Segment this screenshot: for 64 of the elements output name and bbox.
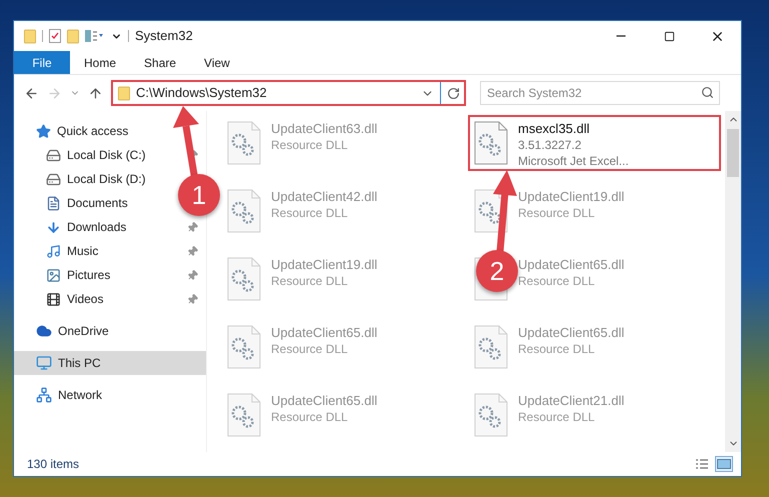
gear-file-icon [227,189,261,233]
address-bar[interactable]: C:\Windows\System32 [111,80,466,106]
drive-icon [46,172,61,186]
search-icon [701,86,714,99]
gear-file-icon [227,257,261,301]
file-detail: 3.51.3227.2 [518,137,582,153]
large-icons-view-button[interactable] [715,456,733,472]
file-detail: Microsoft Jet Excel... [518,153,629,169]
sidebar-item[interactable]: OneDrive [14,319,206,343]
gear-file-icon [227,325,261,369]
file-detail: Resource DLL [271,205,349,221]
sidebar-item[interactable]: Network [14,383,206,407]
document-icon [46,196,61,210]
ribbon-tab[interactable]: View [190,51,244,74]
ribbon-tab[interactable]: Share [130,51,190,74]
sidebar-item[interactable]: Documents [46,191,128,215]
network-icon [36,387,52,403]
file-detail: Resource DLL [271,341,349,357]
folder-icon [67,28,79,44]
back-icon[interactable] [24,86,39,100]
sidebar-item[interactable]: Local Disk (D:) [46,167,146,191]
folder-icon [118,86,130,100]
file-detail: Resource DLL [518,205,596,221]
properties-icon[interactable] [49,29,61,43]
up-icon[interactable] [88,86,103,100]
star-icon [36,124,51,138]
picture-icon [46,268,61,282]
cloud-icon [36,323,52,339]
refresh-icon[interactable] [447,86,460,100]
folder-icon [24,28,36,44]
file-tab[interactable]: File [14,51,70,74]
gear-file-icon [227,121,261,165]
scroll-thumb[interactable] [727,129,739,177]
maximize-icon [664,30,674,42]
sidebar-item[interactable]: Quick access [14,119,206,143]
sidebar-item[interactable]: This PC [14,351,206,375]
sidebar-item[interactable]: Pictures [46,263,110,287]
gear-file-icon [474,325,508,369]
file-detail: Resource DLL [271,409,349,425]
sidebar-item[interactable]: Local Disk (C:) [46,143,146,167]
gear-file-icon [227,393,261,437]
gear-file-icon [474,393,508,437]
file-detail: Resource DLL [518,273,596,289]
file-detail: Resource DLL [518,341,596,357]
sidebar-item[interactable]: Music [46,239,98,263]
scrollbar[interactable] [725,111,741,452]
search-field[interactable]: Search System32 [480,81,720,105]
item-count: 130 items [27,456,80,473]
address-path: C:\Windows\System32 [136,84,267,102]
file-detail: Resource DLL [518,409,596,425]
window-title: System32 [135,27,193,46]
download-arrow-icon [46,220,61,234]
file-detail: Resource DLL [271,273,349,289]
file-name[interactable]: msexcl35.dll [518,121,629,137]
file-detail: Resource DLL [271,137,349,153]
gear-file-icon [474,121,508,165]
sidebar-item[interactable]: Videos [46,287,104,311]
monitor-icon [36,355,52,371]
music-note-icon [46,244,61,258]
view-options-icon[interactable] [85,30,105,42]
sidebar-item[interactable]: Downloads [46,215,126,239]
drive-icon [46,148,61,162]
film-icon [46,292,61,306]
ribbon-tab[interactable]: Home [70,51,130,74]
